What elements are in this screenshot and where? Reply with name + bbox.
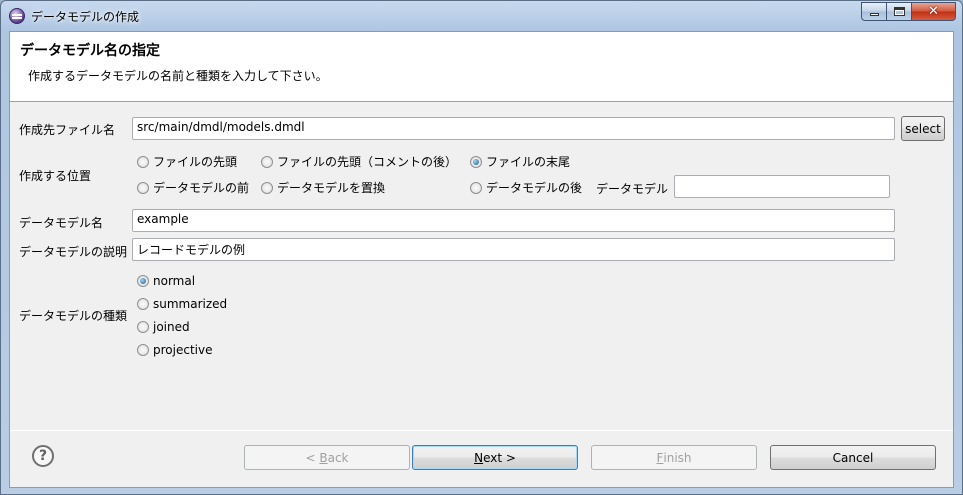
radio-icon	[137, 155, 149, 168]
file-label: 作成先ファイル名	[19, 123, 116, 137]
radio-label: ファイルの先頭	[153, 155, 238, 169]
cancel-button[interactable]: Cancel	[770, 445, 936, 470]
finish-button[interactable]: Finish	[591, 445, 757, 470]
radio-icon	[137, 181, 149, 194]
radio-icon	[470, 181, 482, 194]
minimize-icon	[869, 13, 879, 16]
kind-radio-normal[interactable]: normal	[137, 274, 195, 288]
page-title: データモデル名の指定	[20, 43, 160, 59]
help-icon[interactable]: ?	[32, 445, 54, 467]
maximize-button[interactable]	[887, 2, 912, 21]
position-radio-file-start[interactable]: ファイルの先頭	[137, 153, 237, 170]
app-icon	[9, 8, 25, 24]
radio-label: データモデルの前	[153, 181, 250, 195]
position-radio-before-model[interactable]: データモデルの前	[137, 179, 249, 196]
radio-label: summarized	[153, 297, 228, 311]
back-rest: ack	[327, 450, 349, 465]
radio-selected-icon	[470, 155, 482, 168]
radio-label: ファイルの先頭（コメントの後）	[277, 155, 458, 169]
kind-radio-projective[interactable]: projective	[137, 343, 212, 357]
kind-label: データモデルの種類	[19, 309, 128, 323]
title-bar[interactable]: データモデルの作成 ✕	[1, 1, 962, 31]
file-input[interactable]: src/main/dmdl/models.dmdl	[132, 117, 895, 140]
position-label: 作成する位置	[19, 169, 92, 183]
position-radio-file-start-after-comment[interactable]: ファイルの先頭（コメントの後）	[261, 153, 457, 170]
datamodel-ref-label: データモデル	[596, 182, 669, 196]
radio-icon	[261, 155, 273, 168]
radio-label: normal	[153, 274, 196, 288]
next-rest: ext >	[483, 450, 516, 465]
finish-mnemonic: F	[656, 450, 664, 465]
radio-selected-icon	[137, 275, 149, 287]
radio-label: データモデルの後	[486, 181, 583, 195]
window-title: データモデルの作成	[31, 10, 140, 24]
radio-label: データモデルを置換	[277, 181, 386, 195]
back-mnemonic: B	[319, 450, 328, 465]
description-input[interactable]: レコードモデルの例	[132, 238, 895, 261]
close-icon: ✕	[928, 4, 939, 19]
radio-icon	[137, 298, 149, 310]
window-controls: ✕	[861, 2, 956, 21]
radio-label: joined	[153, 320, 190, 334]
radio-label: ファイルの末尾	[486, 155, 571, 169]
next-button[interactable]: Next >	[412, 445, 578, 470]
next-mnemonic: N	[474, 450, 484, 465]
kind-radio-summarized[interactable]: summarized	[137, 297, 227, 311]
kind-radio-joined[interactable]: joined	[137, 320, 190, 334]
radio-icon	[137, 344, 149, 356]
datamodel-ref-input[interactable]	[674, 175, 890, 198]
radio-icon	[137, 321, 149, 333]
finish-rest: inish	[663, 450, 692, 465]
minimize-button[interactable]	[861, 2, 887, 21]
dialog-window: データモデルの作成 ✕ データモデル名の指定 作成するデータモデルの名前と種類を…	[0, 0, 963, 495]
position-radio-after-model[interactable]: データモデルの後	[470, 179, 582, 196]
close-button[interactable]: ✕	[912, 2, 956, 21]
maximize-icon	[893, 7, 905, 16]
position-radio-file-end[interactable]: ファイルの末尾	[470, 153, 570, 170]
position-radio-replace-model[interactable]: データモデルを置換	[261, 179, 385, 196]
footer-separator	[10, 430, 953, 431]
radio-label: projective	[153, 343, 213, 357]
back-prefix: <	[305, 450, 320, 465]
radio-icon	[261, 181, 273, 194]
name-input[interactable]: example	[132, 209, 895, 232]
select-button[interactable]: select	[901, 116, 945, 141]
description-label: データモデルの説明	[19, 245, 128, 259]
dialog-client: データモデル名の指定 作成するデータモデルの名前と種類を入力して下さい。 作成先…	[9, 31, 954, 488]
page-description: 作成するデータモデルの名前と種類を入力して下さい。	[28, 69, 328, 83]
back-button[interactable]: < Back	[244, 445, 410, 470]
wizard-header: データモデル名の指定 作成するデータモデルの名前と種類を入力して下さい。	[10, 32, 953, 102]
name-label: データモデル名	[19, 216, 104, 230]
